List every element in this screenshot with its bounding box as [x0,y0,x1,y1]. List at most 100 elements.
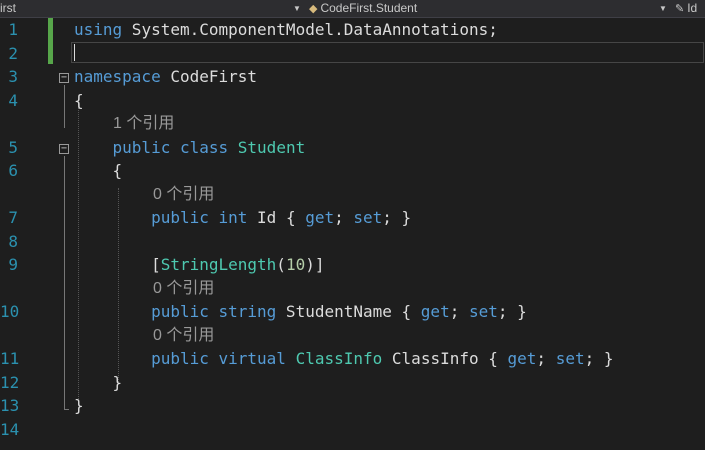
code-token: { [74,161,123,180]
line-number: 8 [8,231,18,251]
chevron-down-icon[interactable]: ▼ [293,0,301,17]
line-number: 13 [0,396,20,415]
code-token: namespace [74,67,161,86]
code-token: public [74,302,209,321]
code-text: } [74,371,123,394]
code-token: ; } [382,208,412,227]
code-token: ClassInfo [295,349,383,368]
code-text: public string StudentName { get; set; } [74,300,527,323]
codelens-row: 0 个引用 [0,183,705,206]
line-number: 7 [8,208,18,227]
code-token: set [555,349,585,368]
code-line: 13} [0,394,705,417]
code-token: public [74,208,209,227]
code-token: Id { [247,208,306,227]
code-token: ; [449,302,469,321]
code-text: public virtual ClassInfo ClassInfo { get… [74,347,614,370]
line-number: 1 [8,20,18,39]
code-token: ; } [497,302,527,321]
code-line: 12 } [0,371,705,394]
code-token: { [74,90,84,110]
code-token: public [74,349,209,368]
code-text: public int Id { get; set; } [74,206,411,229]
code-line: 5 public class Student [0,136,705,159]
code-token: class [179,137,229,157]
code-line: 9 [StringLength(10)] [0,253,705,276]
code-token: public [74,137,171,157]
reference-count-link[interactable]: 0 个引用 [153,183,214,206]
code-line: 3 namespace CodeFirst [0,65,705,88]
codelens-row: 0 个引用 [0,277,705,300]
code-token: ; [334,208,354,227]
code-editor[interactable]: − − 1 using System.ComponentModel.DataAnn… [0,18,705,450]
code-line: 14 [0,418,705,441]
codelens-row: 1 个引用 [0,112,705,135]
code-text: { [74,159,123,182]
line-number: 10 [0,302,20,321]
project-dropdown-label: irst [0,1,16,15]
code-line: 6 { [0,159,705,182]
code-line: 4{ [0,89,705,112]
line-number: 3 [8,67,18,86]
code-text: } [74,394,84,417]
code-text: [StringLength(10)] [74,253,324,276]
chevron-down-icon[interactable]: ▼ [659,0,667,17]
code-token: StringLength [160,255,277,274]
code-token: get [507,349,537,368]
code-text: namespace CodeFirst [74,65,257,88]
code-line: 1 using System.ComponentModel.DataAnnotat… [0,18,705,41]
code-token: set [468,302,498,321]
type-dropdown-label: CodeFirst.Student [320,1,418,15]
code-token: set [353,208,383,227]
code-line: 11 public virtual ClassInfo ClassInfo { … [0,347,705,370]
code-token: virtual [218,349,286,368]
code-line: 10 public string StudentName { get; set;… [0,300,705,323]
project-dropdown[interactable]: irst [0,0,300,17]
code-token: get [305,208,335,227]
codelens-row: 0 个引用 [0,324,705,347]
line-number: 6 [8,161,18,180]
line-number: 9 [8,255,18,274]
line-number: 5 [8,137,18,157]
navigation-bar: irst ▼ ◆ CodeFirst.Student ▼ ✎ Id [0,0,705,18]
code-line: 7 public int Id { get; set; } [0,206,705,229]
code-token: CodeFirst [160,67,258,86]
code-token: System.ComponentModel.DataAnnotations; [122,20,498,39]
member-dropdown-label: Id [687,1,698,15]
reference-count-link[interactable]: 0 个引用 [153,324,214,347]
code-token: [ [74,255,161,274]
line-number: 12 [0,372,20,392]
code-token: } [74,396,84,415]
wrench-icon: ✎ [675,3,685,15]
line-number: 2 [8,43,18,63]
code-token: int [218,208,248,227]
code-token: 10 [285,255,306,274]
code-token: ( [276,255,286,274]
reference-count-link[interactable]: 1 个引用 [113,112,174,135]
code-token: )] [305,255,325,274]
code-token: get [420,302,450,321]
code-token: Student [237,137,306,157]
code-text: using System.ComponentModel.DataAnnotati… [74,18,498,41]
code-text: { [74,89,84,112]
member-dropdown[interactable]: ✎ Id [675,0,705,17]
code-token: ; [536,349,556,368]
code-line: 2 [0,42,705,65]
code-line: 8 [0,230,705,253]
code-token: ; } [584,349,614,368]
class-icon: ◆ [309,3,318,15]
code-token: using [74,20,123,39]
code-token: StudentName { [276,302,421,321]
reference-count-link[interactable]: 0 个引用 [153,277,214,300]
line-number: 14 [0,419,20,439]
line-number: 11 [0,349,20,368]
line-number: 4 [8,90,18,110]
code-token: } [74,372,123,392]
type-dropdown[interactable]: ◆ CodeFirst.Student [309,0,669,17]
